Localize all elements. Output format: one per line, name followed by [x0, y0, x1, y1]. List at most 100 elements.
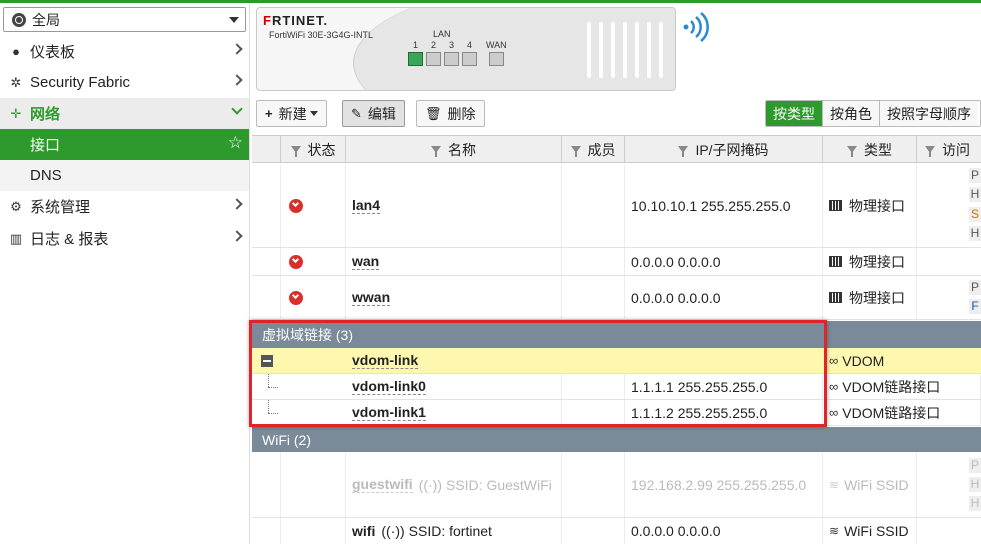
chevron-right-icon	[231, 43, 243, 55]
chevron-down-icon	[231, 103, 243, 115]
ssid-label: SSID: fortinet	[408, 523, 492, 539]
interface-name[interactable]: lan4	[352, 197, 381, 214]
access-tag: H	[969, 226, 981, 241]
scope-selector[interactable]: 全局	[3, 7, 246, 32]
type-cell: VDOM链路接口	[842, 378, 941, 395]
network-icon: ✛	[10, 105, 22, 121]
port-wan[interactable]	[489, 52, 504, 66]
view-by-type[interactable]: 按类型	[766, 101, 823, 126]
interface-name[interactable]: wifi	[352, 523, 375, 539]
access-tag: S	[969, 207, 981, 222]
link-icon: ∞	[829, 405, 839, 420]
filter-icon[interactable]	[290, 146, 301, 157]
delete-button[interactable]: 🗑 删除	[416, 100, 485, 127]
access-tag: H	[969, 187, 981, 202]
new-button[interactable]: + 新建	[256, 100, 327, 127]
sidebar-item-interfaces[interactable]: 接口 ☆	[0, 129, 249, 160]
access-tag: H	[969, 477, 981, 492]
header-name[interactable]: 名称	[346, 136, 562, 163]
table-row[interactable]: guestwifi ((·)) SSID: GuestWiFi 192.168.2.…	[252, 452, 981, 518]
filter-icon[interactable]	[678, 146, 689, 157]
access-tag: P	[969, 280, 981, 295]
interface-name[interactable]: guestwifi	[352, 476, 413, 493]
sidebar-item-security-fabric[interactable]: ✲ Security Fabric	[0, 67, 249, 98]
vent	[587, 22, 591, 78]
type-cell: 物理接口	[849, 253, 905, 270]
filter-icon[interactable]	[570, 146, 581, 157]
filter-icon[interactable]	[431, 146, 441, 157]
sidebar-item-dns[interactable]: DNS	[0, 160, 249, 191]
link-icon: ∞	[829, 353, 839, 368]
group-title: WiFi (2)	[262, 431, 311, 448]
ip-cell: 0.0.0.0 0.0.0.0	[625, 518, 823, 544]
port-lan1[interactable]	[408, 52, 423, 66]
ip-cell: 0.0.0.0 0.0.0.0	[625, 276, 823, 319]
type-cell: WiFi SSID	[844, 476, 909, 493]
header-access[interactable]: 访问	[917, 136, 981, 163]
pencil-icon: ✎	[351, 105, 362, 121]
filter-icon[interactable]	[925, 146, 935, 157]
ip-cell: 192.168.2.99 255.255.255.0	[625, 452, 823, 517]
sidebar-item-system[interactable]: ⚙ 系统管理	[0, 191, 249, 222]
type-cell: 物理接口	[849, 197, 905, 214]
header-ip[interactable]: IP/子网掩码	[625, 136, 823, 163]
access-tag: P	[969, 458, 981, 473]
sidebar-item-log-report[interactable]: ▥ 日志 & 报表	[0, 223, 249, 254]
table-row[interactable]: wifi ((·)) SSID: fortinet 0.0.0.0 0.0.0.0 …	[252, 518, 981, 544]
vent	[635, 22, 639, 78]
table-row[interactable]: wan 0.0.0.0 0.0.0.0 物理接口	[252, 248, 981, 276]
edit-button[interactable]: ✎ 编辑	[342, 100, 405, 127]
device-model: FortiWiFi 30E-3G4G-INTL	[269, 30, 374, 40]
vent	[611, 22, 615, 78]
ip-cell: 10.10.10.1 255.255.255.0	[625, 164, 823, 247]
header-members[interactable]: 成员	[562, 136, 625, 163]
gear-icon: ⚙	[10, 198, 22, 214]
dashboard-icon: ●	[12, 44, 20, 59]
plus-icon: +	[265, 106, 273, 121]
chevron-right-icon	[231, 230, 243, 242]
sidebar-item-label: 接口	[30, 137, 61, 154]
header-type[interactable]: 类型	[823, 136, 917, 163]
status-down-icon	[289, 254, 303, 269]
chart-icon: ▥	[9, 230, 23, 246]
trash-icon: 🗑	[425, 105, 442, 121]
filter-icon[interactable]	[847, 146, 857, 157]
link-icon: ∞	[829, 379, 839, 394]
new-button-label: 新建	[278, 105, 307, 122]
sidebar-item-label: DNS	[30, 167, 62, 184]
scope-label: 全局	[32, 11, 60, 28]
physical-interface-icon	[829, 292, 842, 303]
status-down-icon	[289, 290, 303, 305]
view-alphabetical[interactable]: 按照字母顺序	[880, 101, 978, 126]
view-toggle: 按类型 按角色 按照字母顺序	[765, 100, 981, 127]
vent	[623, 22, 627, 78]
port-label: 1	[413, 40, 419, 50]
interface-name[interactable]: wwan	[352, 289, 391, 306]
table-row[interactable]: wwan 0.0.0.0 0.0.0.0 物理接口	[252, 276, 981, 320]
table-header: 状态 名称 成员 IP/子网掩码 类型 访问	[252, 135, 981, 163]
sidebar-item-dashboard[interactable]: ● 仪表板	[0, 36, 249, 67]
port-lan3[interactable]	[444, 52, 459, 66]
interface-name[interactable]: wan	[352, 253, 380, 270]
header-status[interactable]: 状态	[281, 136, 346, 163]
physical-interface-icon	[829, 256, 842, 267]
port-label: WAN	[486, 40, 507, 50]
group-header-wifi[interactable]: WiFi (2)	[252, 427, 981, 452]
star-icon[interactable]: ☆	[228, 133, 243, 153]
header-checkbox-col	[252, 136, 281, 163]
brand-logo: FRTINET.	[263, 13, 329, 28]
chevron-down-icon	[229, 17, 239, 23]
ip-cell: 0.0.0.0 0.0.0.0	[625, 248, 823, 275]
type-cell: WiFi SSID	[844, 523, 909, 539]
table-row[interactable]: lan4 10.10.10.1 255.255.255.0 物理接口	[252, 164, 981, 248]
device-faceplate: FRTINET. FortiWiFi 30E-3G4G-INTL LAN 1 2…	[256, 7, 676, 91]
sidebar-item-network[interactable]: ✛ 网络	[0, 98, 249, 129]
wifi-icon: ≋	[829, 524, 840, 538]
view-by-role[interactable]: 按角色	[823, 101, 880, 126]
port-lan4[interactable]	[462, 52, 477, 66]
sidebar-item-label: 日志 & 报表	[30, 231, 109, 248]
wifi-icon: ≋	[829, 477, 840, 492]
access-tag: P	[969, 168, 981, 183]
port-lan2[interactable]	[426, 52, 441, 66]
port-label: 2	[431, 40, 437, 50]
